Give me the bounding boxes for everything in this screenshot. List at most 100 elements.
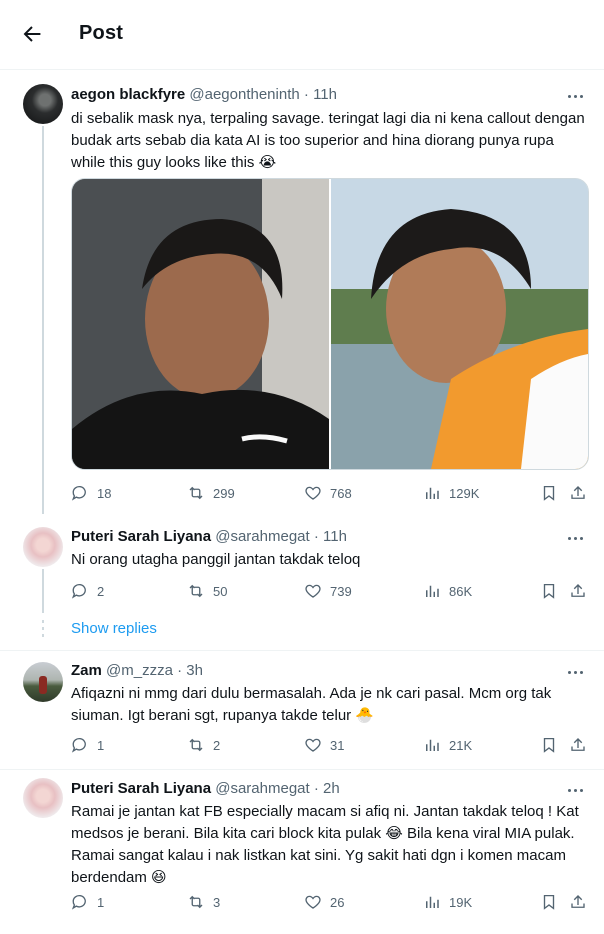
reply-count: 1 [97, 737, 105, 753]
author-name[interactable]: Puteri Sarah Liyana [71, 528, 211, 545]
like-count: 26 [330, 894, 345, 910]
back-button[interactable] [20, 22, 44, 46]
avatar[interactable] [23, 662, 63, 702]
author-name[interactable]: aegon blackfyre [71, 86, 185, 103]
post-text: Ramai je jantan kat FB especially macam … [71, 803, 579, 886]
view-count: 19K [449, 894, 473, 910]
view-count: 21K [449, 737, 473, 753]
reply-count: 1 [97, 894, 105, 910]
repost-icon [189, 738, 203, 752]
reply-icon [71, 737, 86, 753]
share-button[interactable] [569, 582, 587, 600]
avatar[interactable] [23, 84, 63, 124]
post-actions: 2 50 739 86K [71, 582, 591, 602]
post-meta: Puteri Sarah Liyana @sarahmegat · 2h [71, 780, 340, 797]
more-options-button[interactable] [566, 662, 586, 682]
thread-dashes [42, 620, 44, 638]
top-bar: Post [0, 0, 604, 70]
bookmark-icon [543, 583, 555, 599]
author-name[interactable]: Puteri Sarah Liyana [71, 780, 211, 797]
analytics-icon [426, 585, 439, 597]
repost-button[interactable]: 2 [187, 736, 220, 754]
separator-dot: · [313, 780, 319, 797]
reply-icon [71, 894, 86, 910]
views-button[interactable]: 129K [423, 484, 479, 502]
separator-dot: · [177, 662, 183, 679]
like-button[interactable]: 26 [304, 893, 344, 911]
reply-icon [71, 583, 86, 599]
repost-button[interactable]: 3 [187, 893, 220, 911]
author-name[interactable]: Zam [71, 662, 102, 679]
post-text: di sebalik mask nya, terpaling savage. t… [71, 110, 585, 171]
post-actions: 1 2 31 21K [71, 736, 591, 756]
reply-count: 18 [97, 485, 112, 501]
post-text: Afiqazni ni mmg dari dulu bermasalah. Ad… [71, 685, 552, 724]
analytics-icon [426, 487, 439, 499]
like-button[interactable]: 31 [304, 736, 344, 754]
author-handle[interactable]: @aegontheninth [189, 86, 299, 103]
post-time[interactable]: 11h [323, 528, 347, 545]
thread-line [42, 126, 44, 514]
bookmark-button[interactable] [540, 484, 558, 502]
repost-button[interactable]: 50 [187, 582, 227, 600]
photo-illustration [331, 179, 588, 469]
share-button[interactable] [569, 893, 587, 911]
views-button[interactable]: 19K [423, 893, 472, 911]
avatar[interactable] [23, 527, 63, 567]
views-button[interactable]: 21K [423, 736, 472, 754]
like-button[interactable]: 739 [304, 582, 352, 600]
bookmark-button[interactable] [540, 893, 558, 911]
share-icon [571, 584, 585, 597]
show-replies-link[interactable]: Show replies [71, 620, 157, 637]
separator-dot: · [313, 528, 319, 545]
reply-icon [71, 485, 86, 501]
reply-button[interactable]: 18 [71, 484, 111, 502]
like-count: 768 [330, 485, 352, 501]
analytics-icon [426, 896, 439, 908]
avatar[interactable] [23, 778, 63, 818]
post-meta: aegon blackfyre @aegontheninth · 11h [71, 86, 337, 103]
views-button[interactable]: 86K [423, 582, 472, 600]
post-photo[interactable] [331, 179, 588, 469]
view-count: 129K [449, 485, 480, 501]
bookmark-icon [543, 737, 555, 753]
share-button[interactable] [569, 484, 587, 502]
more-options-button[interactable] [566, 86, 586, 106]
reply-button[interactable]: 1 [71, 736, 104, 754]
separator-dot: · [303, 86, 309, 103]
post-media[interactable] [71, 178, 589, 470]
repost-count: 50 [213, 583, 228, 599]
bookmark-icon [543, 894, 555, 910]
divider [0, 769, 604, 770]
reply-button[interactable]: 1 [71, 893, 104, 911]
like-count: 739 [330, 583, 352, 599]
view-count: 86K [449, 583, 473, 599]
reply-button[interactable]: 2 [71, 582, 104, 600]
like-button[interactable]: 768 [304, 484, 352, 502]
post-time[interactable]: 11h [313, 86, 337, 103]
share-icon [571, 486, 585, 499]
post-actions: 1 3 26 19K [71, 893, 591, 913]
repost-icon [189, 486, 203, 500]
bookmark-icon [543, 485, 555, 501]
bookmark-button[interactable] [540, 736, 558, 754]
repost-button[interactable]: 299 [187, 484, 235, 502]
heart-icon [305, 738, 321, 752]
share-button[interactable] [569, 736, 587, 754]
more-options-button[interactable] [566, 780, 586, 800]
share-icon [571, 738, 585, 751]
post-time[interactable]: 3h [186, 662, 203, 679]
author-handle[interactable]: @sarahmegat [215, 528, 309, 545]
post-text: Ni orang utagha panggil jantan takdak te… [71, 551, 361, 568]
author-handle[interactable]: @sarahmegat [215, 780, 309, 797]
photo-illustration [72, 179, 329, 469]
repost-count: 299 [213, 485, 235, 501]
analytics-icon [426, 739, 439, 751]
repost-count: 2 [213, 737, 221, 753]
post-photo[interactable] [72, 179, 329, 469]
author-handle[interactable]: @m_zzza [106, 662, 173, 679]
more-options-button[interactable] [566, 528, 586, 548]
repost-icon [189, 895, 203, 909]
bookmark-button[interactable] [540, 582, 558, 600]
post-time[interactable]: 2h [323, 780, 340, 797]
